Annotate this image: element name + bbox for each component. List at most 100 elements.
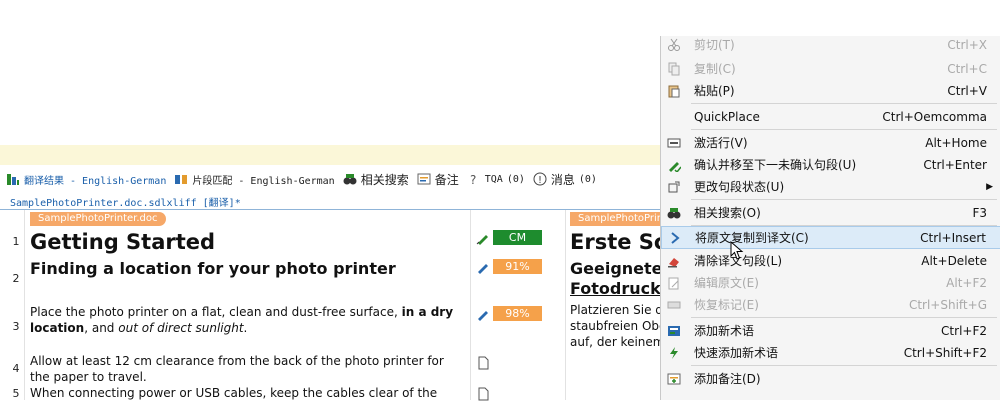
target-segment[interactable]: Platzieren Sie d staubfreien Obe auf, de…: [570, 302, 660, 350]
copy-icon: [665, 60, 683, 78]
menu-item-restore-tags[interactable]: 恢复标记(E) Ctrl+Shift+G: [661, 293, 1000, 316]
confirm-icon: [665, 156, 683, 174]
tab-concordance-search[interactable]: 相关搜索: [343, 171, 409, 188]
target-segment[interactable]: Geeignete Fotodruck: [570, 259, 660, 299]
activate-row-icon: [665, 134, 683, 152]
menu-item-shortcut: Ctrl+C: [947, 61, 987, 76]
target-segment[interactable]: Erste Sc: [570, 230, 660, 254]
menu-item-shortcut: Ctrl+Shift+G: [908, 297, 987, 312]
mouse-cursor-icon: [730, 241, 744, 260]
add-comment-icon: [665, 370, 683, 388]
menu-separator: [691, 129, 997, 130]
source-segment[interactable]: Getting Started: [30, 230, 462, 254]
row-number: 3: [12, 320, 20, 333]
tab-translation-results[interactable]: 翻译结果 - English-German: [6, 172, 166, 187]
menu-separator: [691, 103, 997, 104]
menu-item-copy[interactable]: 复制(C) Ctrl+C: [661, 57, 1000, 80]
source-segment[interactable]: Allow at least 12 cm clearance from the …: [30, 353, 462, 385]
menu-item-shortcut: Alt+Delete: [921, 253, 987, 268]
tqa-icon: ?: [467, 172, 481, 187]
menu-item-label: QuickPlace: [694, 109, 760, 124]
source-text: .: [243, 321, 248, 335]
source-text: Place the photo printer on a flat, clean…: [30, 305, 402, 319]
confirmed-pen-icon: [476, 230, 490, 245]
menu-item-shortcut: Ctrl+V: [947, 83, 987, 98]
not-translated-icon: [476, 355, 490, 370]
menu-item-activate-row[interactable]: 激活行(V) Alt+Home: [661, 131, 1000, 154]
menu-item-copy-source-to-target[interactable]: 将原文复制到译文(C) Ctrl+Insert: [661, 226, 1000, 249]
menu-item-change-status[interactable]: 更改句段状态(U) ▶: [661, 175, 1000, 198]
svg-text:?: ?: [470, 173, 476, 186]
draft-pen-icon: [476, 259, 490, 274]
menu-item-label: 恢复标记(E): [694, 298, 759, 312]
menu-item-paste[interactable]: 粘贴(P) Ctrl+V: [661, 79, 1000, 102]
results-tab-bar: 翻译结果 - English-German 片段匹配 - English-Ger…: [0, 168, 660, 190]
menu-item-quick-add-term[interactable]: 快速添加新术语 Ctrl+Shift+F2: [661, 341, 1000, 364]
tab-comments[interactable]: 备注: [417, 171, 459, 188]
menu-item-clear-target[interactable]: 清除译文句段(L) Alt+Delete: [661, 249, 1000, 272]
menu-item-cut[interactable]: 剪切(T) Ctrl+X: [661, 33, 1000, 56]
menu-item-label: 编辑原文(E): [694, 276, 759, 290]
concordance-search-icon: [343, 172, 357, 186]
menu-item-label: 添加备注(D): [694, 372, 761, 386]
tab-tqa[interactable]: ? TQA (0): [467, 172, 525, 187]
draft-pen-icon: [476, 306, 490, 321]
tab-label: 相关搜索: [360, 172, 409, 187]
menu-item-add-term[interactable]: 添加新术语 Ctrl+F2: [661, 319, 1000, 342]
tab-messages[interactable]: ! 消息 (0): [533, 171, 597, 188]
row-number-divider: [24, 210, 25, 400]
menu-item-shortcut: Alt+Home: [925, 135, 987, 150]
menu-item-edit-source[interactable]: 编辑原文(E) Alt+F2: [661, 271, 1000, 294]
tab-count: (0): [506, 173, 525, 185]
quick-add-term-icon: [665, 344, 683, 362]
translation-results-icon: [6, 172, 20, 186]
menu-item-label: 确认并移至下一未确认句段(U): [694, 158, 857, 172]
menu-item-label: 剪切(T): [694, 38, 735, 52]
copy-source-icon: [666, 229, 684, 247]
scissors-icon: [665, 36, 683, 54]
target-line: auf, der keinem: [570, 335, 660, 349]
source-document-label: SamplePhotoPrinter.doc: [30, 212, 166, 226]
row-number: 2: [12, 272, 20, 285]
match-status-badge: CM: [493, 230, 542, 245]
menu-item-shortcut: Ctrl+Insert: [920, 230, 986, 245]
clear-target-icon: [665, 252, 683, 270]
menu-separator: [691, 365, 997, 366]
match-percent-badge: 91%: [493, 259, 542, 274]
row-number: 1: [12, 235, 20, 248]
document-file-tab[interactable]: SamplePhotoPrinter.doc.sdlxliff [翻译]*: [0, 192, 660, 210]
menu-item-confirm-next[interactable]: 确认并移至下一未确认句段(U) Ctrl+Enter: [661, 153, 1000, 176]
source-segment[interactable]: Finding a location for your photo printe…: [30, 259, 462, 279]
menu-separator: [691, 317, 997, 318]
segment-status-icon: [665, 178, 683, 196]
menu-item-shortcut: Ctrl+F2: [941, 323, 987, 338]
row-number: 4: [12, 362, 20, 375]
row-number: 5: [12, 387, 20, 400]
menu-item-shortcut: Ctrl+Oemcomma: [882, 109, 987, 124]
menu-item-concordance[interactable]: 相关搜索(O) F3: [661, 201, 1000, 224]
tab-label: 翻译结果 - English-German: [24, 175, 167, 187]
menu-item-label: 激活行(V): [694, 136, 748, 150]
source-column-divider: [470, 210, 471, 400]
menu-item-label: 相关搜索(O): [694, 206, 761, 220]
file-tab-label: SamplePhotoPrinter.doc.sdlxliff [翻译]*: [10, 198, 241, 209]
status-column-divider: [565, 210, 566, 400]
tab-label: 消息: [550, 172, 575, 187]
menu-item-quickplace[interactable]: QuickPlace Ctrl+Oemcomma: [661, 105, 1000, 128]
concordance-icon: [665, 204, 683, 222]
target-line: Geeignete: [570, 259, 660, 278]
menu-item-label: 添加新术语: [694, 324, 755, 338]
not-translated-icon: [476, 386, 490, 401]
tab-label: TQA: [484, 173, 503, 185]
messages-icon: !: [533, 172, 547, 186]
source-segment[interactable]: Place the photo printer on a flat, clean…: [30, 304, 462, 336]
edit-source-icon: [665, 274, 683, 292]
tab-fragment-match[interactable]: 片段匹配 - English-German: [174, 172, 335, 187]
source-segment[interactable]: When connecting power or USB cables, kee…: [30, 385, 462, 401]
comments-icon: [417, 172, 431, 186]
fragment-match-icon: [174, 172, 188, 186]
menu-item-add-comment[interactable]: 添加备注(D): [661, 367, 1000, 390]
source-text: , and: [84, 321, 119, 335]
menu-item-shortcut: Ctrl+Enter: [923, 157, 987, 172]
target-line: Platzieren Sie d: [570, 303, 660, 317]
